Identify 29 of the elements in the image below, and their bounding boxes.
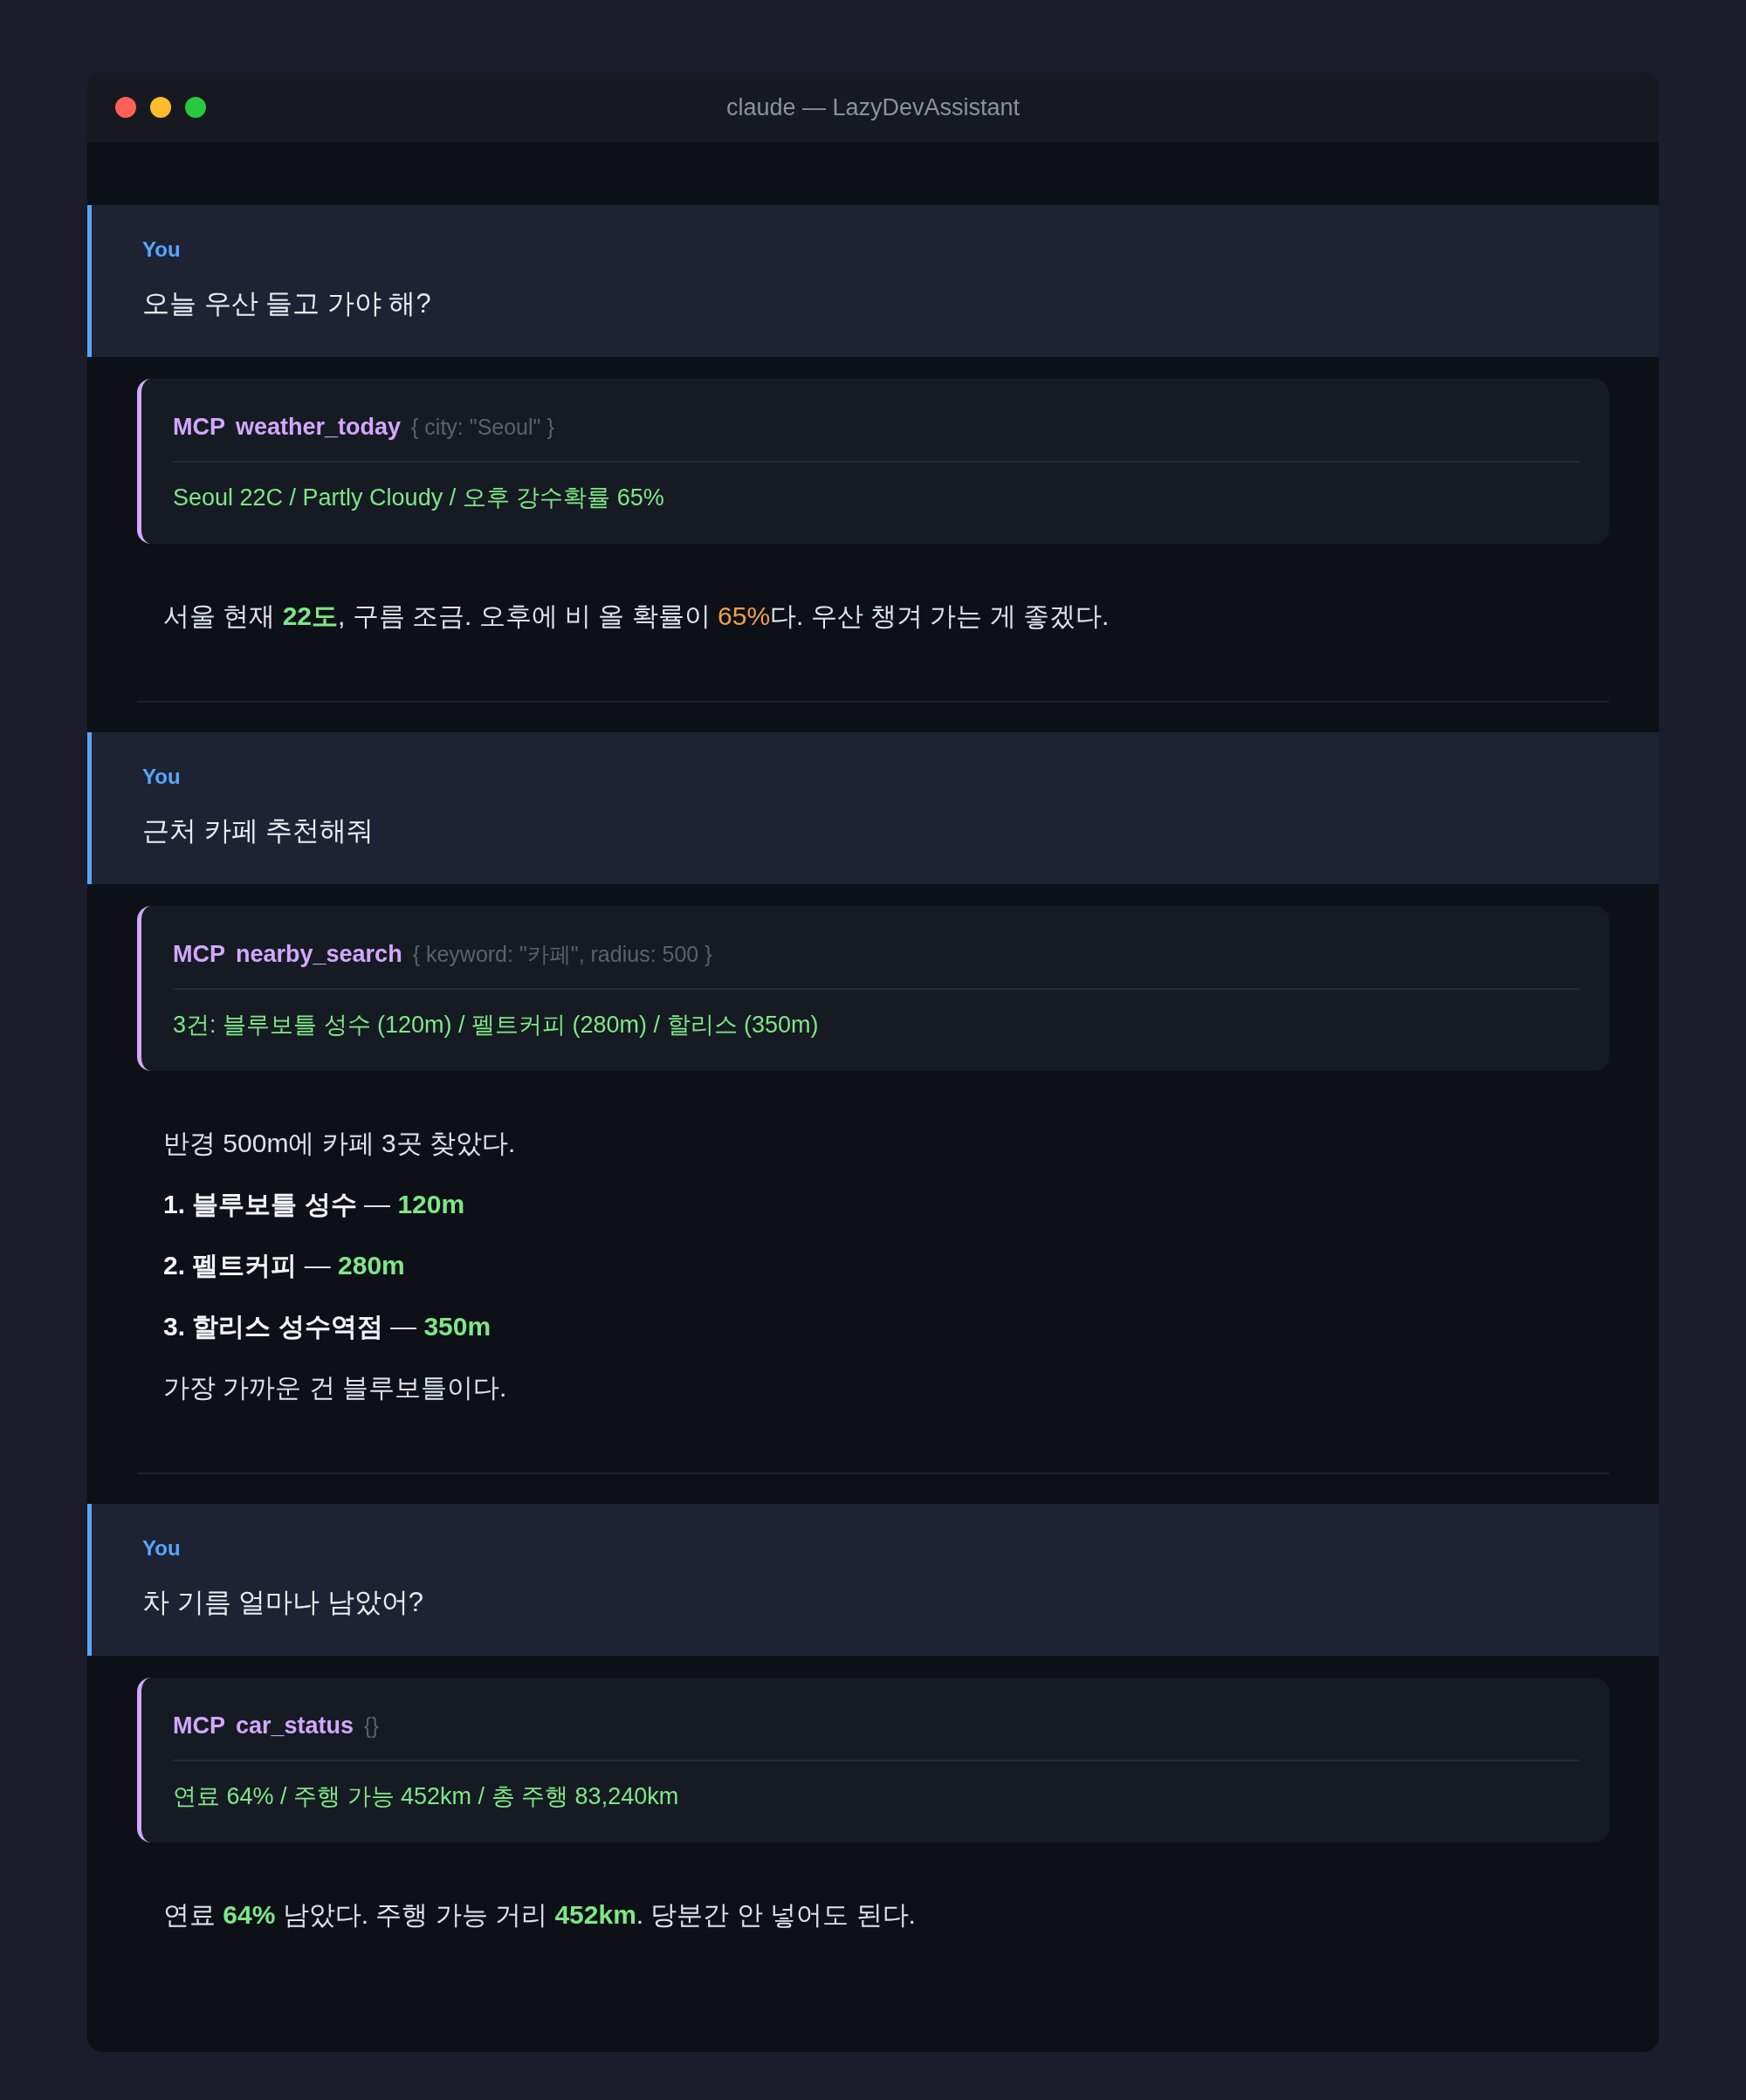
minimize-icon[interactable] — [150, 97, 171, 118]
message-text: 근처 카페 추천해줘 — [142, 814, 375, 848]
answer-text: 연료 64% 남았다. 주행 가능 거리 452km. 당분간 안 넣어도 된다. — [163, 1899, 916, 1931]
tool-args: { keyword: "카페", radius: 500 } — [412, 941, 712, 968]
tool-args: { city: "Seoul" } — [411, 414, 554, 441]
tool-args: {} — [364, 1712, 379, 1740]
answer-text: 1. 블루보틀 성수 — 120m — [163, 1189, 465, 1220]
message-text: 오늘 우산 들고 가야 해? — [142, 287, 431, 320]
answer-text: 3. 할리스 성수역점 — 350m — [163, 1311, 491, 1342]
window-title: claude — LazyDevAssistant — [725, 93, 1021, 121]
tool-result: 3건: 블루보틀 성수 (120m) / 펠트커피 (280m) / 할리스 (350m) — [173, 1011, 820, 1040]
message-text: 차 기름 얼마나 남았어? — [142, 1586, 424, 1619]
answer-text: 가장 가까운 건 블루보틀이다. — [163, 1372, 507, 1403]
close-icon[interactable] — [115, 97, 136, 118]
sender-label: You — [142, 237, 181, 263]
sender-label: You — [142, 1535, 181, 1561]
tool-result: Seoul 22C / Partly Cloudy / 오후 강수확률 65% — [173, 484, 665, 512]
answer-text: 반경 500m에 카페 3곳 찾았다. — [163, 1128, 516, 1159]
answer-text: 2. 펠트커피 — 280m — [163, 1250, 405, 1281]
tool-name: nearby_search — [236, 940, 402, 969]
tool-name: car_status — [236, 1712, 354, 1740]
sender-label: You — [142, 764, 181, 790]
tool-tag: MCP — [173, 937, 225, 971]
answer-text: 서울 현재 22도, 구름 조금. 오후에 비 올 확률이 65%다. 우산 챙겨 가는 게 좋겠다. — [163, 600, 1110, 632]
tool-tag: MCP — [173, 1709, 225, 1742]
tool-result: 연료 64% / 주행 가능 452km / 총 주행 83,240km — [173, 1782, 680, 1811]
maximize-icon[interactable] — [185, 97, 206, 118]
tool-tag: MCP — [173, 410, 225, 443]
tool-name: weather_today — [236, 413, 402, 442]
